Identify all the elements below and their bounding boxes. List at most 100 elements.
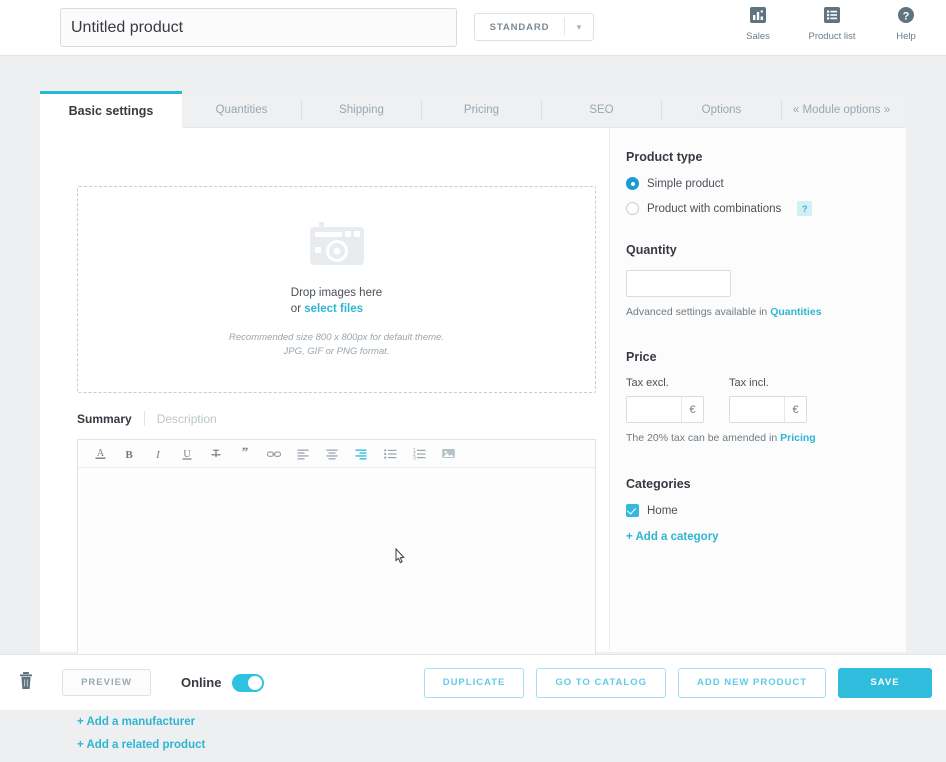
dropzone-hint-size: Recommended size 800 x 800px for default… bbox=[229, 331, 444, 345]
unordered-list-icon[interactable] bbox=[378, 443, 402, 465]
quantities-link[interactable]: Quantities bbox=[770, 306, 821, 318]
chevron-down-icon: ▾ bbox=[565, 22, 593, 33]
quantity-hint-text: Advanced settings available in bbox=[626, 306, 770, 318]
dropzone-hint: Recommended size 800 x 800px for default… bbox=[229, 331, 444, 359]
category-item-home[interactable]: Home bbox=[626, 504, 906, 517]
camera-icon bbox=[308, 220, 366, 273]
add-related-product-link[interactable]: + Add a related product bbox=[77, 739, 205, 751]
tab-module-options[interactable]: « Module options » bbox=[782, 92, 901, 128]
pricing-link[interactable]: Pricing bbox=[780, 432, 816, 444]
categories-title: Categories bbox=[626, 477, 906, 491]
go-to-catalog-button[interactable]: GO TO CATALOG bbox=[536, 668, 666, 698]
dropzone-drop-label: Drop images here bbox=[291, 285, 382, 301]
help-tooltip-icon[interactable]: ? bbox=[797, 201, 812, 216]
right-panel: Product type Simple product Product with… bbox=[609, 128, 906, 651]
currency-symbol-icon: € bbox=[681, 397, 703, 422]
price-tax-excl-field[interactable]: € bbox=[626, 396, 704, 423]
bold-icon[interactable]: B bbox=[117, 443, 141, 465]
tab-seo-label: SEO bbox=[589, 104, 613, 116]
text-color-icon[interactable]: A bbox=[88, 443, 112, 465]
price-hint: The 20% tax can be amended in Pricing bbox=[626, 432, 906, 444]
svg-text:A: A bbox=[96, 448, 104, 459]
tab-module-options-label: « Module options » bbox=[793, 104, 890, 116]
align-center-icon[interactable] bbox=[320, 443, 344, 465]
editor-tab-description[interactable]: Description bbox=[157, 412, 217, 426]
price-tax-incl-field[interactable]: € bbox=[729, 396, 807, 423]
category-label: Home bbox=[647, 505, 678, 517]
insert-image-icon[interactable] bbox=[436, 443, 460, 465]
underline-icon[interactable]: U bbox=[175, 443, 199, 465]
preview-button-label: PREVIEW bbox=[81, 677, 132, 688]
radio-product-with-combinations-label: Product with combinations bbox=[647, 203, 781, 215]
product-type-select-label: STANDARD bbox=[475, 22, 564, 33]
categories-section: Categories Home + Add a category bbox=[626, 477, 906, 543]
svg-text:U: U bbox=[183, 449, 191, 460]
tab-options[interactable]: Options bbox=[662, 92, 781, 128]
quantity-title: Quantity bbox=[626, 243, 906, 257]
tab-quantities[interactable]: Quantities bbox=[182, 92, 301, 128]
ordered-list-icon[interactable]: 1 2 3 bbox=[407, 443, 431, 465]
tab-seo[interactable]: SEO bbox=[542, 92, 661, 128]
footer-action-group: DUPLICATE GO TO CATALOG ADD NEW PRODUCT … bbox=[424, 668, 932, 698]
price-tax-excl-input[interactable] bbox=[627, 397, 681, 422]
link-icon[interactable] bbox=[262, 443, 286, 465]
add-new-product-button[interactable]: ADD NEW PRODUCT bbox=[678, 668, 826, 698]
go-to-catalog-button-label: GO TO CATALOG bbox=[555, 677, 647, 688]
tab-basic-settings[interactable]: Basic settings bbox=[40, 91, 182, 128]
preview-button[interactable]: PREVIEW bbox=[62, 669, 151, 696]
align-right-icon[interactable] bbox=[349, 443, 373, 465]
add-category-link[interactable]: + Add a category bbox=[626, 531, 906, 543]
header-link-product-list-label: Product list bbox=[806, 31, 858, 42]
header-link-help-label: Help bbox=[880, 31, 932, 42]
tab-pricing[interactable]: Pricing bbox=[422, 92, 541, 128]
svg-text:”: ” bbox=[242, 447, 249, 459]
radio-simple-product[interactable]: Simple product bbox=[626, 177, 906, 190]
align-left-icon[interactable] bbox=[291, 443, 315, 465]
quantity-input[interactable] bbox=[626, 270, 731, 297]
select-files-link[interactable]: select files bbox=[304, 303, 363, 315]
header-link-help[interactable]: ? Help bbox=[880, 5, 932, 42]
price-title: Price bbox=[626, 350, 906, 364]
duplicate-button[interactable]: DUPLICATE bbox=[424, 668, 525, 698]
product-type-select[interactable]: STANDARD ▾ bbox=[474, 13, 594, 41]
radio-product-with-combinations[interactable]: Product with combinations ? bbox=[626, 201, 906, 216]
strikethrough-icon[interactable] bbox=[204, 443, 228, 465]
price-hint-text: The 20% tax can be amended in bbox=[626, 432, 780, 444]
svg-text:I: I bbox=[155, 449, 161, 461]
product-title-input[interactable] bbox=[60, 8, 457, 47]
header-link-sales-label: Sales bbox=[732, 31, 784, 42]
add-new-product-button-label: ADD NEW PRODUCT bbox=[697, 677, 807, 688]
editor-tab-summary[interactable]: Summary bbox=[77, 412, 132, 426]
product-card: Basic settings Quantities Shipping Prici… bbox=[40, 92, 906, 652]
dropzone-hint-format: JPG, GIF or PNG format. bbox=[229, 345, 444, 359]
price-tax-incl-group: Tax incl. € bbox=[729, 377, 807, 423]
category-checkbox[interactable] bbox=[626, 504, 639, 517]
price-tax-incl-label: Tax incl. bbox=[729, 377, 807, 389]
editor-tab-divider bbox=[144, 411, 145, 426]
tab-quantities-label: Quantities bbox=[216, 104, 268, 116]
tab-shipping[interactable]: Shipping bbox=[302, 92, 421, 128]
help-icon: ? bbox=[880, 5, 932, 27]
italic-icon[interactable]: I bbox=[146, 443, 170, 465]
card-body: Drop images here or select files Recomme… bbox=[40, 128, 906, 651]
svg-text:B: B bbox=[125, 449, 133, 461]
top-header: STANDARD ▾ Sales bbox=[0, 0, 946, 56]
tab-shipping-label: Shipping bbox=[339, 104, 384, 116]
product-type-title: Product type bbox=[626, 150, 906, 164]
editor-content-area[interactable] bbox=[78, 468, 595, 684]
tab-bar: Basic settings Quantities Shipping Prici… bbox=[40, 92, 906, 128]
header-link-sales[interactable]: Sales bbox=[732, 5, 784, 42]
product-type-section: Product type Simple product Product with… bbox=[626, 150, 906, 216]
blockquote-icon[interactable]: ” bbox=[233, 443, 257, 465]
online-toggle[interactable] bbox=[232, 674, 264, 692]
svg-text:3: 3 bbox=[413, 455, 416, 460]
dropzone-or-label: or bbox=[291, 303, 304, 315]
save-button[interactable]: SAVE bbox=[838, 668, 932, 698]
trash-icon[interactable] bbox=[18, 671, 34, 695]
image-dropzone[interactable]: Drop images here or select files Recomme… bbox=[77, 186, 596, 393]
add-manufacturer-link[interactable]: + Add a manufacturer bbox=[77, 716, 205, 728]
header-link-product-list[interactable]: Product list bbox=[806, 5, 858, 42]
editor-toolbar: A B I bbox=[78, 440, 595, 468]
editor-tab-bar: Summary Description bbox=[77, 411, 217, 426]
price-tax-incl-input[interactable] bbox=[730, 397, 784, 422]
